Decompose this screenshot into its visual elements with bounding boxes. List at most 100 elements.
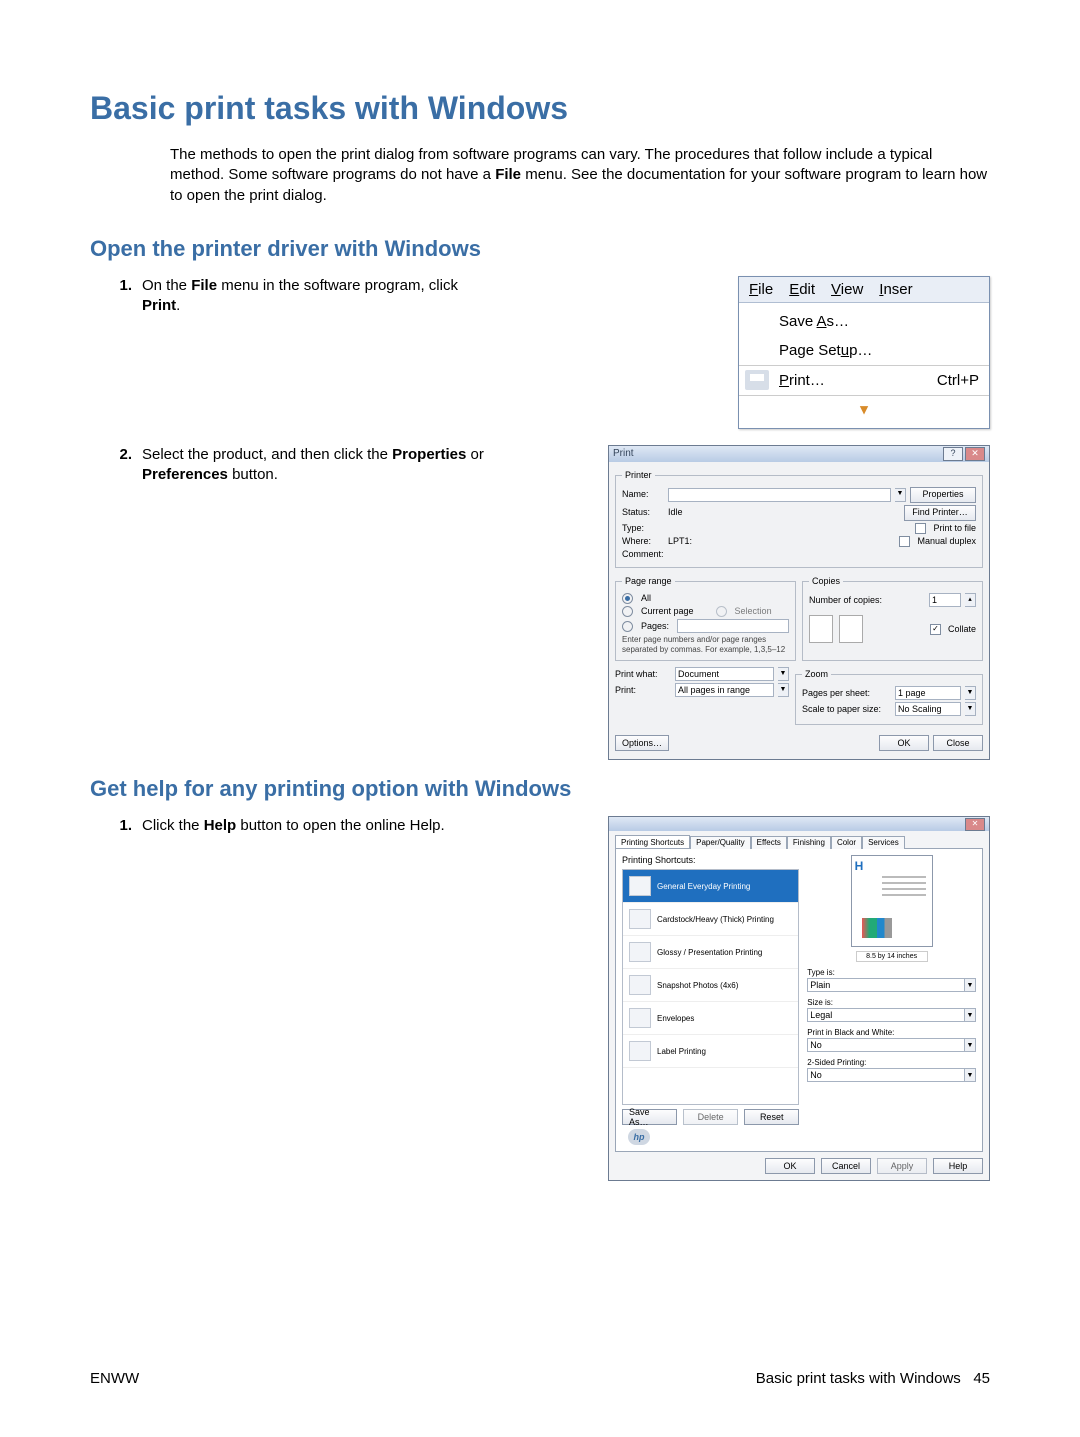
- reset-button[interactable]: Reset: [744, 1109, 799, 1125]
- shortcut-envelopes[interactable]: Envelopes: [623, 1002, 798, 1035]
- apply-button[interactable]: Apply: [877, 1158, 927, 1174]
- size-is-label: Size is:: [807, 998, 976, 1007]
- close-icon[interactable]: ✕: [965, 818, 985, 831]
- print-accelerator: Ctrl+P: [917, 372, 979, 389]
- section-open-driver: Open the printer driver with Windows: [90, 236, 990, 262]
- num-copies-input[interactable]: 1: [929, 593, 961, 607]
- status-value: Idle: [668, 507, 683, 518]
- manual-duplex-label: Manual duplex: [917, 536, 976, 547]
- tab-finishing[interactable]: Finishing: [787, 836, 831, 849]
- shortcuts-label: Printing Shortcuts:: [622, 855, 799, 865]
- type-label: Type:: [622, 523, 664, 534]
- cancel-button[interactable]: Cancel: [821, 1158, 871, 1174]
- menu-edit[interactable]: EditEdit: [789, 281, 815, 298]
- doc-icon: [629, 876, 651, 896]
- print-scope-select[interactable]: All pages in range: [675, 683, 774, 697]
- envelope-icon: [629, 1008, 651, 1028]
- menu-view[interactable]: ViewView: [831, 281, 863, 298]
- all-radio[interactable]: [622, 593, 633, 604]
- collate-icon: [809, 615, 833, 643]
- chevron-down-icon[interactable]: ▼: [895, 488, 906, 502]
- shortcut-labels[interactable]: Label Printing: [623, 1035, 798, 1068]
- chevron-down-icon[interactable]: ▼: [965, 978, 976, 992]
- printer-icon: [745, 370, 769, 390]
- footer-right: Basic print tasks with Windows 45: [756, 1370, 990, 1387]
- shortcut-general[interactable]: General Everyday Printing: [623, 870, 798, 903]
- printer-name-label: Name:: [622, 489, 664, 500]
- print-scope-label: Print:: [615, 685, 671, 696]
- bw-select[interactable]: No: [807, 1038, 965, 1052]
- ok-button[interactable]: OK: [765, 1158, 815, 1174]
- shortcut-list[interactable]: General Everyday Printing Cardstock/Heav…: [622, 869, 799, 1105]
- status-label: Status:: [622, 507, 664, 518]
- tab-effects[interactable]: Effects: [751, 836, 787, 849]
- shortcut-cardstock[interactable]: Cardstock/Heavy (Thick) Printing: [623, 903, 798, 936]
- twosided-select[interactable]: No: [807, 1068, 965, 1082]
- current-page-radio[interactable]: [622, 606, 633, 617]
- chevron-down-icon[interactable]: ▼: [778, 667, 789, 681]
- help-button[interactable]: Help: [933, 1158, 983, 1174]
- manual-duplex-checkbox[interactable]: [899, 536, 910, 547]
- step-text: Select the product, and then click the P…: [142, 445, 490, 486]
- pages-hint: Enter page numbers and/or page ranges se…: [622, 635, 789, 654]
- tab-services[interactable]: Services: [862, 836, 905, 849]
- tab-color[interactable]: Color: [831, 836, 862, 849]
- options-button[interactable]: Options…: [615, 735, 669, 751]
- print-what-label: Print what:: [615, 669, 671, 680]
- menu-file[interactable]: FFileile: [749, 281, 773, 298]
- chevron-down-icon[interactable]: ▼: [965, 1038, 976, 1052]
- step-text: Click the Help button to open the online…: [142, 816, 490, 836]
- help-icon[interactable]: ?: [943, 447, 963, 461]
- chevron-down-icon[interactable]: ▼: [965, 1068, 976, 1082]
- type-select[interactable]: Plain: [807, 978, 965, 992]
- collate-icon: [839, 615, 863, 643]
- hp-logo-icon: hp: [628, 1129, 650, 1145]
- properties-button[interactable]: Properties: [910, 487, 976, 503]
- menu-item-print[interactable]: Print…Print… Ctrl+P: [739, 365, 989, 396]
- menu-item-page-setup[interactable]: Page Setup…Page Setup…: [739, 336, 989, 365]
- size-select[interactable]: Legal: [807, 1008, 965, 1022]
- print-to-file-label: Print to file: [933, 523, 976, 534]
- where-label: Where:: [622, 536, 664, 547]
- tab-paper-quality[interactable]: Paper/Quality: [690, 836, 750, 849]
- delete-button[interactable]: Delete: [683, 1109, 738, 1125]
- page-title: Basic print tasks with Windows: [90, 90, 990, 127]
- chevron-down-icon[interactable]: ▼: [965, 686, 976, 700]
- file-menu-screenshot: FFileile EditEdit ViewView InserInser Sa…: [738, 276, 990, 429]
- print-to-file-checkbox[interactable]: [915, 523, 926, 534]
- step-number: 1.: [90, 276, 142, 317]
- collate-checkbox[interactable]: ✓: [930, 624, 941, 635]
- where-value: LPT1:: [668, 536, 692, 547]
- pages-radio[interactable]: [622, 621, 633, 632]
- save-as-button[interactable]: Save As…: [622, 1109, 677, 1125]
- find-printer-button[interactable]: Find Printer…: [904, 505, 976, 521]
- chevron-down-icon[interactable]: ▼: [778, 683, 789, 697]
- intro-paragraph: The methods to open the print dialog fro…: [170, 145, 990, 206]
- step-text: On the File menu in the software program…: [142, 276, 490, 317]
- chevron-down-icon[interactable]: ▼: [965, 702, 976, 716]
- menu-insert[interactable]: InserInser: [879, 281, 912, 298]
- spinner-icon[interactable]: ▴: [965, 593, 976, 607]
- glossy-icon: [629, 942, 651, 962]
- tab-printing-shortcuts[interactable]: Printing Shortcuts: [615, 835, 690, 848]
- shortcut-photos[interactable]: Snapshot Photos (4x6): [623, 969, 798, 1002]
- zoom-legend: Zoom: [802, 669, 831, 680]
- printer-name-select[interactable]: [668, 488, 891, 502]
- pages-input[interactable]: [677, 619, 789, 633]
- scale-label: Scale to paper size:: [802, 704, 891, 715]
- close-icon[interactable]: ✕: [965, 447, 985, 461]
- menu-expand-icon[interactable]: ▾: [739, 396, 989, 424]
- print-what-select[interactable]: Document: [675, 667, 774, 681]
- card-icon: [629, 909, 651, 929]
- shortcut-glossy[interactable]: Glossy / Presentation Printing: [623, 936, 798, 969]
- selection-radio: [716, 606, 727, 617]
- ok-button[interactable]: OK: [879, 735, 929, 751]
- menu-item-save-as[interactable]: Save As…Save As…: [739, 307, 989, 336]
- close-button[interactable]: Close: [933, 735, 983, 751]
- chevron-down-icon[interactable]: ▼: [965, 1008, 976, 1022]
- scale-select[interactable]: No Scaling: [895, 702, 961, 716]
- page-range-legend: Page range: [622, 576, 675, 587]
- properties-dialog-screenshot: ✕ Printing Shortcuts Paper/Quality Effec…: [608, 816, 990, 1181]
- print-dialog-screenshot: Print ? ✕ Printer Name: ▼ Properties: [608, 445, 990, 760]
- pages-per-sheet-select[interactable]: 1 page: [895, 686, 961, 700]
